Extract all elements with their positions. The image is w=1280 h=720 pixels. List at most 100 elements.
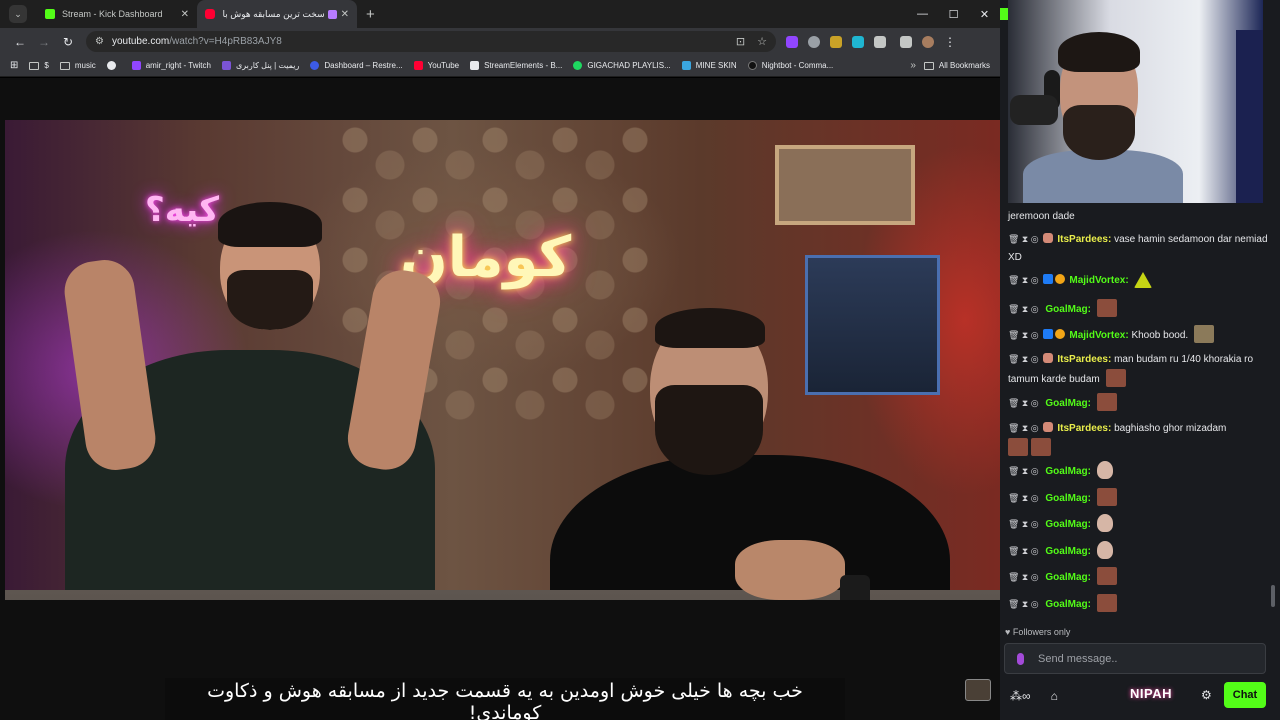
chat-username[interactable]: GoalMag: xyxy=(1045,546,1091,557)
close-tab-icon[interactable]: ✕ xyxy=(341,9,349,20)
bookmark-label: music xyxy=(74,61,96,70)
bookmark-item[interactable]: Nightbot - Comma... xyxy=(747,61,833,70)
bookmark-label: Dashboard – Restre... xyxy=(324,61,403,70)
mod-tools-icons[interactable]: 🗑 ⧗ ◎ xyxy=(1008,423,1039,433)
twitch-icon xyxy=(131,61,141,70)
settings-gear-icon[interactable]: ⚙ xyxy=(1201,688,1212,702)
bookmark-item[interactable]: ریمیت | پنل کاربری xyxy=(221,61,299,70)
recording-indicator-icon xyxy=(327,9,337,19)
face-emote xyxy=(1096,594,1117,612)
chat-username[interactable]: GoalMag: xyxy=(1045,519,1091,530)
chat-username[interactable]: ItsPardees: xyxy=(1057,354,1111,365)
url-path: /watch?v=H4pRB83AJY8 xyxy=(169,36,282,47)
chat-username[interactable]: GoalMag: xyxy=(1045,398,1091,409)
face-emote xyxy=(1105,368,1126,387)
reload-button[interactable]: ↻ xyxy=(56,35,80,49)
mod-tools-icons[interactable]: 🗑 ⧗ ◎ xyxy=(1008,572,1039,582)
all-bookmarks-button[interactable]: All Bookmarks xyxy=(923,61,990,70)
clasped-hands xyxy=(735,540,845,600)
webcam-feed xyxy=(1008,0,1263,203)
chat-username[interactable]: ItsPardees: xyxy=(1057,423,1111,434)
minimize-button[interactable]: — xyxy=(907,0,938,28)
twitch-extension-icon[interactable] xyxy=(786,35,798,48)
bookmark-folder[interactable]: music xyxy=(59,61,96,70)
channel-watermark[interactable] xyxy=(965,679,991,701)
bookmark-item[interactable]: StreamElements - B... xyxy=(470,61,562,70)
apps-icon[interactable]: ⊞ xyxy=(10,60,18,71)
close-tab-icon[interactable]: ✕ xyxy=(181,9,189,20)
new-tab-button[interactable]: + xyxy=(366,6,375,23)
bookmark-item[interactable] xyxy=(106,61,121,70)
chat-username[interactable]: GoalMag: xyxy=(1045,572,1091,583)
mod-tools-icons[interactable]: 🗑 ⧗ ◎ xyxy=(1008,304,1039,314)
chat-username[interactable]: GoalMag: xyxy=(1045,304,1091,315)
bookmarks-overflow-button[interactable]: » xyxy=(910,60,916,71)
chat-message: 🗑 ⧗ ◎ GoalMag: xyxy=(1008,594,1270,614)
bookmark-label: YouTube xyxy=(427,61,460,70)
close-window-button[interactable]: ✕ xyxy=(969,0,1000,28)
streamer-beard xyxy=(1063,105,1135,160)
install-app-icon[interactable]: ⊡ xyxy=(736,35,745,48)
extension-icon[interactable] xyxy=(808,35,820,48)
host-right-hair xyxy=(655,308,765,348)
spotify-icon xyxy=(573,61,583,70)
emote-menu-icon[interactable]: ⁂∞ xyxy=(1010,689,1031,703)
mod-tools-icons[interactable]: 🗑 ⧗ ◎ xyxy=(1008,519,1039,529)
mod-tools-icons[interactable]: 🗑 ⧗ ◎ xyxy=(1008,493,1039,503)
bookmark-item[interactable]: MINE SKIN xyxy=(681,61,737,70)
store-icon[interactable]: ⌂ xyxy=(1051,689,1058,703)
subscriber-badge-icon xyxy=(1042,274,1053,284)
site-info-icon[interactable]: ⚙ xyxy=(95,36,104,47)
tab-kick-dashboard[interactable]: Stream - Kick Dashboard ✕ xyxy=(37,0,197,28)
chat-message: 🗑 ⧗ ◎ GoalMag: xyxy=(1008,393,1270,413)
video-player[interactable]: کیه؟ کومان xyxy=(5,120,1000,600)
menu-icon[interactable]: ⋮ xyxy=(944,35,956,49)
media-control-icon[interactable] xyxy=(900,35,912,48)
host-left-hair xyxy=(218,202,322,247)
extensions-bar: ⋮ xyxy=(786,35,956,49)
bookmarks-bar: ⊞ $ music amir_right - Twitch ریمیت | پن… xyxy=(0,55,1000,77)
tab-search-button[interactable]: ⌄ xyxy=(9,5,27,23)
mod-tools-icons[interactable]: 🗑 ⧗ ◎ xyxy=(1008,546,1039,556)
window-controls: — ☐ ✕ xyxy=(907,0,1000,28)
extension-icon[interactable] xyxy=(852,35,864,48)
mod-tools-icons[interactable]: 🗑 ⧗ ◎ xyxy=(1008,234,1039,244)
chat-input[interactable]: Send message.. xyxy=(1004,643,1266,674)
chat-username[interactable]: GoalMag: xyxy=(1045,466,1091,477)
puzzle-icon[interactable] xyxy=(874,35,886,48)
followers-only-notice: ♥ Followers only xyxy=(1005,627,1070,637)
mod-tools-icons[interactable]: 🗑 ⧗ ◎ xyxy=(1008,398,1039,408)
mod-tools-icons[interactable]: 🗑 ⧗ ◎ xyxy=(1008,330,1039,340)
followers-only-label: Followers only xyxy=(1012,627,1071,637)
bookmark-item[interactable]: YouTube xyxy=(413,61,460,70)
badge-extension-icon[interactable] xyxy=(830,35,842,48)
forward-button[interactable]: → xyxy=(32,35,56,49)
chat-scrollbar[interactable] xyxy=(1271,585,1275,607)
bookmark-item[interactable]: Dashboard – Restre... xyxy=(310,61,403,70)
gifter-badge-icon xyxy=(1054,329,1065,339)
bookmark-folder[interactable]: $ xyxy=(29,61,49,70)
chat-send-button[interactable]: Chat xyxy=(1224,682,1266,708)
bookmark-star-icon[interactable]: ☆ xyxy=(757,35,767,48)
mod-tools-icons[interactable]: 🗑 ⧗ ◎ xyxy=(1008,275,1039,285)
chat-username[interactable]: GoalMag: xyxy=(1045,493,1091,504)
browser-window: ⌄ Stream - Kick Dashboard ✕ سخت ترین مسا… xyxy=(0,0,1000,720)
chat-username[interactable]: ItsPardees: xyxy=(1057,234,1111,245)
back-button[interactable]: ← xyxy=(8,35,32,49)
chat-username[interactable]: MajidVortex: xyxy=(1069,330,1128,341)
mod-tools-icons[interactable]: 🗑 ⧗ ◎ xyxy=(1008,599,1039,609)
tab-youtube-video[interactable]: سخت ترین مسابقه هوش با ... ✕ xyxy=(197,0,357,28)
chat-username[interactable]: MajidVortex: xyxy=(1069,275,1128,286)
maximize-button[interactable]: ☐ xyxy=(938,0,969,28)
folder-icon xyxy=(59,61,70,70)
mod-tools-icons[interactable]: 🗑 ⧗ ◎ xyxy=(1008,354,1039,364)
mod-tools-icons[interactable]: 🗑 ⧗ ◎ xyxy=(1008,466,1039,476)
bookmark-item[interactable]: amir_right - Twitch xyxy=(131,61,211,70)
bookmark-item[interactable]: GIGACHAD PLAYLIS... xyxy=(573,61,671,70)
profile-avatar[interactable] xyxy=(922,35,934,48)
neon-sign-pink: کیه؟ xyxy=(145,190,219,230)
chat-username[interactable]: GoalMag: xyxy=(1045,599,1091,610)
chat-message: 🗑 ⧗ ◎ MajidVortex: Khoob bood. xyxy=(1008,325,1270,345)
address-bar[interactable]: ⚙ youtube.com/watch?v=H4pRB83AJY8 ⊡ ☆ xyxy=(86,31,776,52)
microphone-icon xyxy=(1017,652,1024,665)
